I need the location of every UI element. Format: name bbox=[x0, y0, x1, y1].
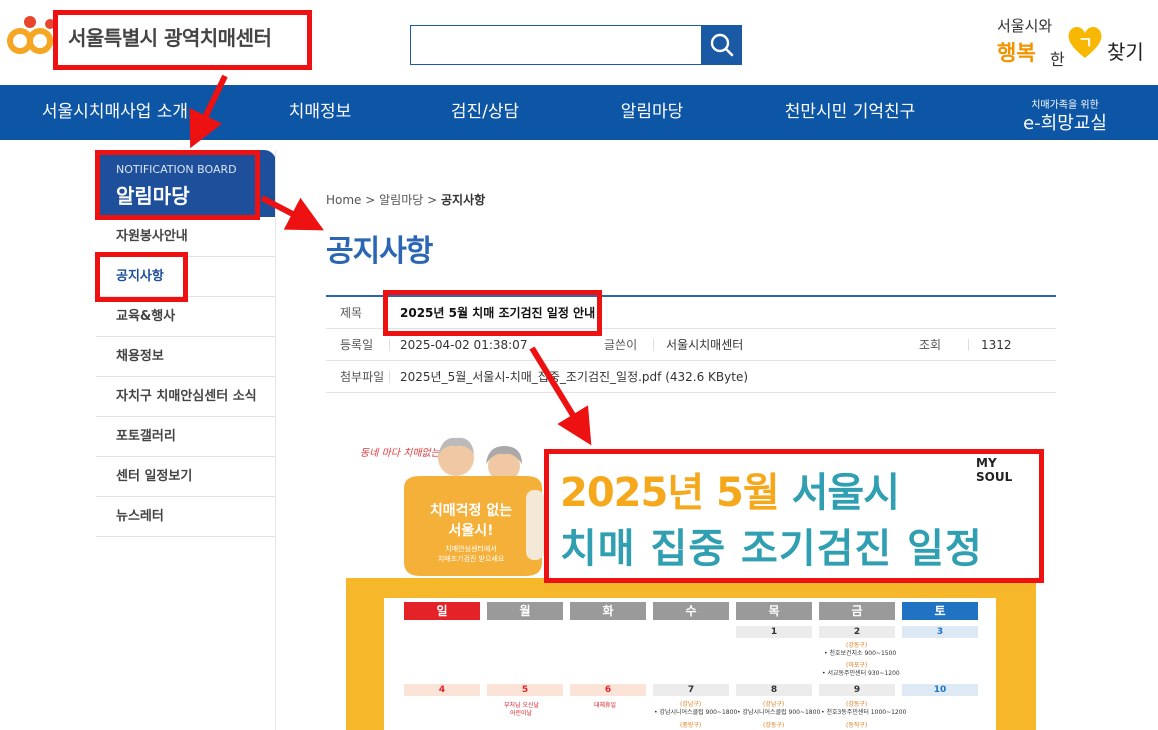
svg-text:ㄱ: ㄱ bbox=[1078, 33, 1093, 52]
day-4: 4 bbox=[404, 684, 480, 696]
weekday-fri: 금 bbox=[819, 602, 895, 620]
sidebar-item-jobs[interactable]: 채용정보 bbox=[96, 337, 276, 377]
weekday-thu: 목 bbox=[736, 602, 812, 620]
note: • 서교동주민센터 930~1200 bbox=[822, 670, 900, 677]
note: 어린이날 bbox=[510, 710, 533, 717]
weekday-sun: 일 bbox=[404, 602, 480, 620]
day-10: 10 bbox=[902, 684, 978, 696]
annotation-box-logo bbox=[53, 10, 312, 70]
sidebar-item-volunteer[interactable]: 자원봉사안내 bbox=[96, 217, 276, 257]
writer-label: 글쓴이 bbox=[604, 338, 638, 352]
logo-icon[interactable] bbox=[6, 14, 58, 56]
breadcrumb-sep: > bbox=[423, 193, 441, 207]
views-label: 조회 bbox=[919, 338, 942, 352]
breadcrumb-current: 공지사항 bbox=[440, 193, 486, 207]
weekday-mon: 월 bbox=[487, 602, 563, 620]
happy-banner-line1[interactable]: 서울시와 bbox=[997, 15, 1052, 36]
sidebar-item-newsletter[interactable]: 뉴스레터 bbox=[96, 497, 276, 537]
poster-bubble-sub1: 치매안심센터에서 bbox=[445, 545, 497, 553]
poster-bubble-sub2: 치매조기검진 받으세요 bbox=[437, 555, 505, 563]
page-title: 공지사항 bbox=[326, 234, 433, 269]
day-9: 9 bbox=[819, 684, 895, 696]
breadcrumb-home[interactable]: Home bbox=[326, 193, 361, 207]
happy-banner-line2[interactable]: 행복 bbox=[997, 37, 1036, 67]
poster-bubble: 치매걱정 없는 서울시! 치매안심센터에서 치매조기검진 받으세요 bbox=[416, 500, 526, 564]
note: 대체휴일 bbox=[594, 702, 617, 709]
heart-icon: ㄱ bbox=[1068, 27, 1102, 58]
nav-item-memory-friend[interactable]: 천만시민 기억친구 bbox=[770, 85, 930, 140]
annotation-box-sidebar-title bbox=[95, 150, 260, 220]
note: • 강남시니어스클럽 900~1800 bbox=[654, 709, 738, 716]
post-writer: 서울시치매센터 bbox=[666, 338, 744, 352]
day-5: 5 bbox=[487, 684, 563, 696]
annotation-box-poster-title bbox=[544, 449, 1044, 583]
day-3: 3 bbox=[902, 626, 978, 638]
nav-item-notice[interactable]: 알림마당 bbox=[592, 85, 712, 140]
note: (동작구) bbox=[846, 722, 868, 729]
note: (중랑구) bbox=[680, 722, 702, 729]
day-1: 1 bbox=[736, 626, 812, 638]
note: (강동구) bbox=[763, 722, 785, 729]
day-8: 8 bbox=[736, 684, 812, 696]
sidebar-item-district-news[interactable]: 자치구 치매안심센터 소식 bbox=[96, 377, 276, 417]
calendar: 일 월 화 수 목 금 토 1 2 3 (강동구) • 천호보건지소 900~1… bbox=[384, 598, 996, 730]
day-6: 6 bbox=[570, 684, 646, 696]
weekday-tue: 화 bbox=[570, 602, 646, 620]
post-attach-row: 첨부파일 2025년_5월_서울시-치매_집중_조기검진_일정.pdf (432… bbox=[326, 361, 1056, 393]
nav-item-checkup[interactable]: 검진/상담 bbox=[425, 85, 545, 140]
weekday-sat: 토 bbox=[902, 602, 978, 620]
annotation-box-notice bbox=[95, 252, 188, 302]
search-button[interactable] bbox=[701, 25, 742, 65]
sidebar-item-schedule[interactable]: 센터 일정보기 bbox=[96, 457, 276, 497]
weekday-wed: 수 bbox=[653, 602, 729, 620]
subject-label: 제목 bbox=[340, 306, 363, 320]
note: • 강남시니어스클럽 900~1800 bbox=[737, 709, 821, 716]
nav-item-info[interactable]: 치매정보 bbox=[260, 85, 380, 140]
post-views: 1312 bbox=[981, 338, 1012, 352]
breadcrumb: Home > 알림마당 > 공지사항 bbox=[326, 191, 485, 208]
main-nav: 서울시치매사업 소개 치매정보 검진/상담 알림마당 천만시민 기억친구 치매가… bbox=[0, 85, 1158, 140]
poster-bubble-title2: 서울시! bbox=[448, 523, 494, 539]
attachment-link[interactable]: 2025년_5월_서울시-치매_집중_조기검진_일정.pdf (432.6 KB… bbox=[400, 361, 748, 393]
search-icon bbox=[710, 33, 734, 57]
breadcrumb-sep: > bbox=[361, 193, 380, 207]
sidebar-divider bbox=[275, 150, 276, 730]
nav-e-class-label: e-희망교실 bbox=[1023, 113, 1107, 134]
sidebar-item-events[interactable]: 교육&행사 bbox=[96, 297, 276, 337]
day-7: 7 bbox=[653, 684, 729, 696]
note: • 천호보건지소 900~1500 bbox=[824, 650, 897, 657]
happy-banner-line3[interactable]: 한 bbox=[1050, 46, 1065, 70]
day-2: 2 bbox=[819, 626, 895, 638]
happy-banner-line4[interactable]: 찾기 bbox=[1107, 36, 1144, 65]
breadcrumb-mid[interactable]: 알림마당 bbox=[379, 193, 423, 207]
annotation-box-subject bbox=[383, 290, 602, 336]
poster-bubble-title1: 치매걱정 없는 bbox=[429, 503, 513, 519]
date-label: 등록일 bbox=[340, 338, 374, 352]
note: • 천호3동주민센터 1000~1200 bbox=[821, 709, 907, 716]
nav-item-intro[interactable]: 서울시치매사업 소개 bbox=[20, 85, 210, 140]
sidebar-item-gallery[interactable]: 포토갤러리 bbox=[96, 417, 276, 457]
attach-label: 첨부파일 bbox=[340, 370, 385, 384]
search-input[interactable] bbox=[410, 25, 702, 65]
